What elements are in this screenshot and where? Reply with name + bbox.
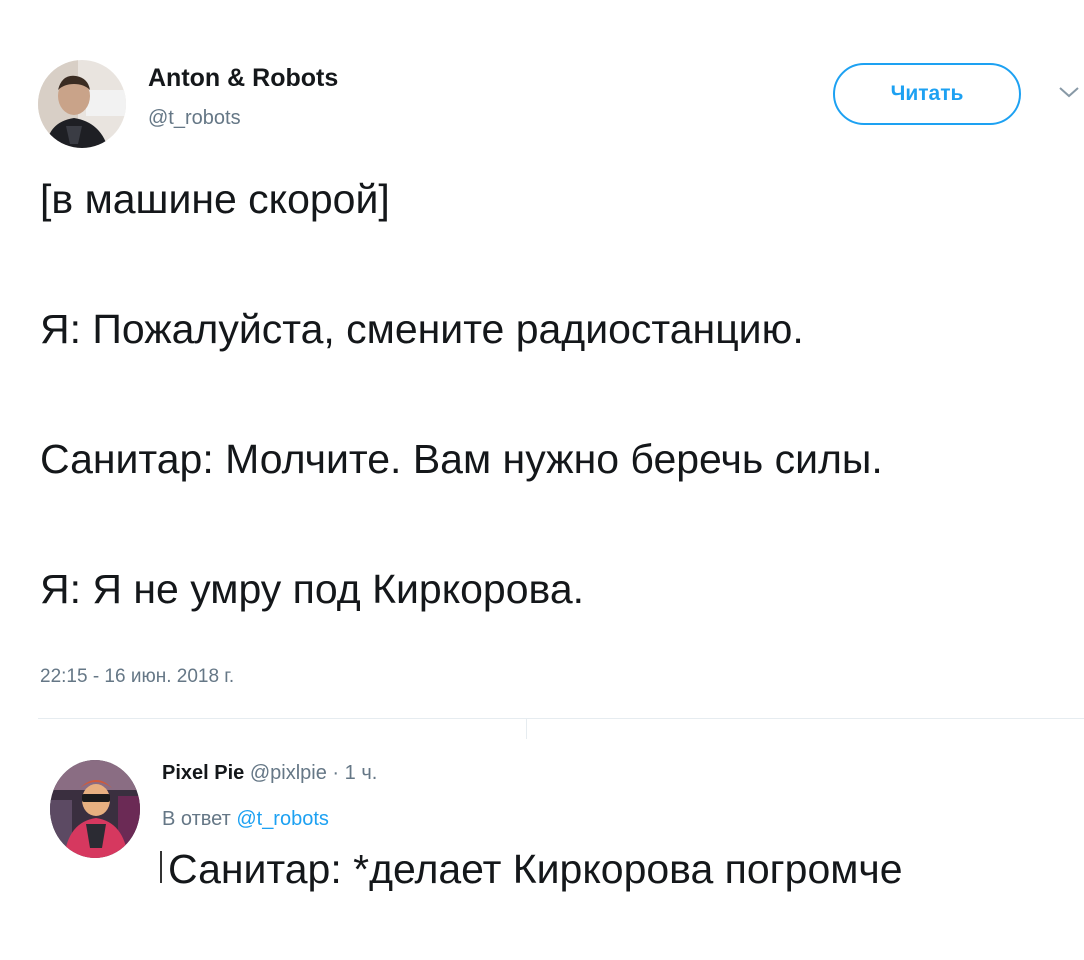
tweet-line: Я: Пожалуйста, смените радиостанцию. <box>40 306 804 352</box>
reply-text: Санитар: *делает Киркорова погромче <box>168 846 903 892</box>
reply-avatar[interactable] <box>50 760 140 858</box>
tweet-line: [в машине скорой] <box>40 176 390 222</box>
tweet-timestamp[interactable]: 22:15 - 16 июн. 2018 г. <box>40 666 234 688</box>
divider <box>38 718 1084 719</box>
reply-context: В ответ @t_robots <box>162 808 329 831</box>
reply-to-mention[interactable]: @t_robots <box>236 808 329 830</box>
reply-to-prefix: В ответ <box>162 808 231 830</box>
author-name[interactable]: Anton & Robots <box>148 64 338 93</box>
tweet-line: Я: Я не умру под Киркорова. <box>40 566 585 612</box>
reply-author-handle[interactable]: @pixlpie <box>250 762 327 784</box>
author-handle[interactable]: @t_robots <box>148 107 241 130</box>
reply-meta: Pixel Pie @pixlpie · 1 ч. <box>162 762 377 785</box>
follow-button[interactable]: Читать <box>833 63 1021 125</box>
meta-separator: · <box>332 762 340 784</box>
divider-tick <box>526 719 527 739</box>
author-avatar[interactable] <box>38 60 126 148</box>
reply-time[interactable]: 1 ч. <box>345 762 378 784</box>
tweet-text: [в машине скорой] Я: Пожалуйста, смените… <box>40 172 1040 616</box>
text-caret <box>160 851 162 883</box>
tweet-line: Санитар: Молчите. Вам нужно беречь силы. <box>40 436 883 482</box>
chevron-down-icon[interactable] <box>1058 85 1080 99</box>
reply-author-name[interactable]: Pixel Pie <box>162 762 244 784</box>
